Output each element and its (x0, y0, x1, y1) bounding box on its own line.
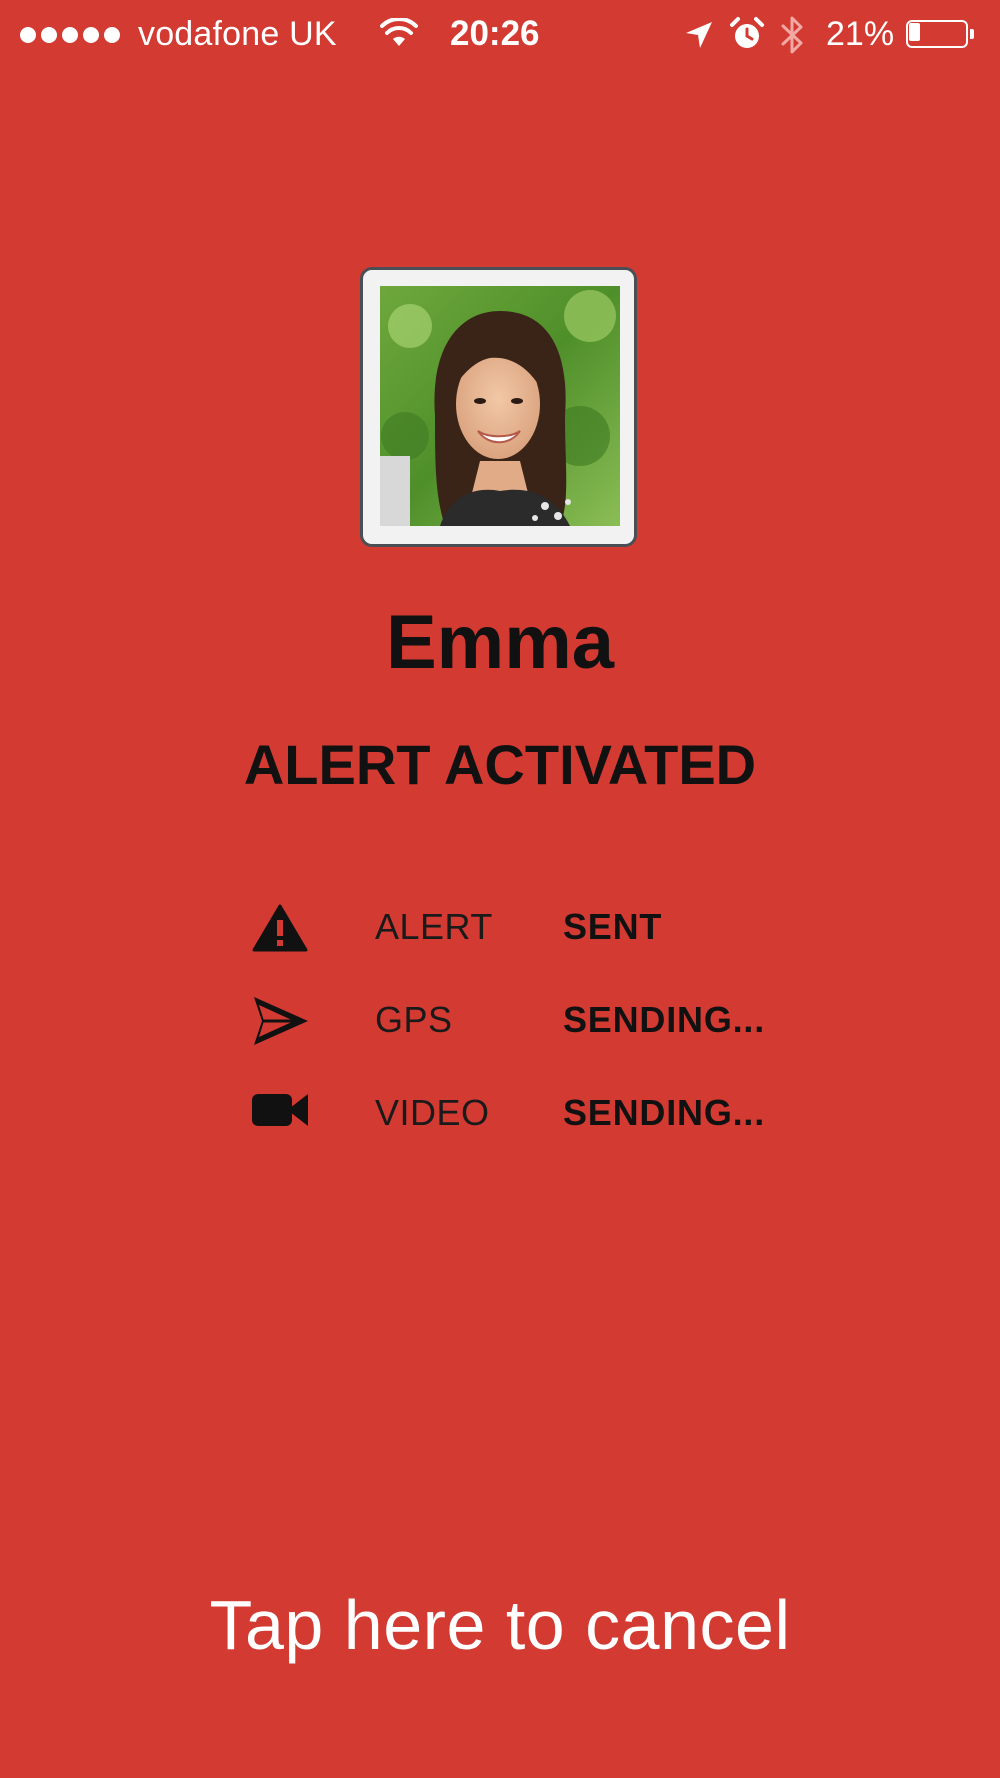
location-arrow-icon (686, 22, 712, 48)
status-label: VIDEO (375, 1092, 490, 1133)
battery-icon (906, 20, 978, 52)
status-value: SENDING... (563, 1092, 766, 1133)
battery-level-fill (909, 23, 920, 41)
status-row-video: VIDEO SENDING... (0, 1086, 1000, 1156)
video-camera-icon (252, 1094, 308, 1126)
status-time: 20:26 (450, 14, 540, 53)
cancel-label: Tap here to cancel (209, 1586, 791, 1664)
wifi-icon (380, 18, 418, 46)
contact-name: Emma (385, 600, 615, 685)
status-label: ALERT (375, 906, 493, 947)
cancel-alert-button[interactable]: Tap here to cancel (0, 1550, 1000, 1700)
status-row-alert: ALERT SENT (0, 900, 1000, 970)
battery-percentage: 21% (826, 15, 895, 53)
signal-strength-icon (20, 27, 120, 43)
contact-avatar (360, 267, 637, 547)
send-arrow-icon (254, 997, 308, 1045)
status-value: SENDING... (563, 999, 766, 1040)
bluetooth-icon (781, 16, 803, 54)
alarm-clock-icon (730, 17, 764, 48)
alert-title: ALERT ACTIVATED (243, 733, 757, 796)
profile-photo (380, 286, 620, 526)
status-value: SENT (563, 906, 663, 947)
status-label: GPS (375, 999, 453, 1040)
status-row-gps: GPS SENDING... (0, 993, 1000, 1063)
alert-screen: vodafone UK 20:26 21% Emma ALERT ACTIVAT… (0, 0, 1000, 1778)
warning-triangle-icon (252, 904, 308, 952)
carrier-name: vodafone UK (138, 15, 337, 53)
status-bar: vodafone UK 20:26 21% (0, 0, 1000, 70)
